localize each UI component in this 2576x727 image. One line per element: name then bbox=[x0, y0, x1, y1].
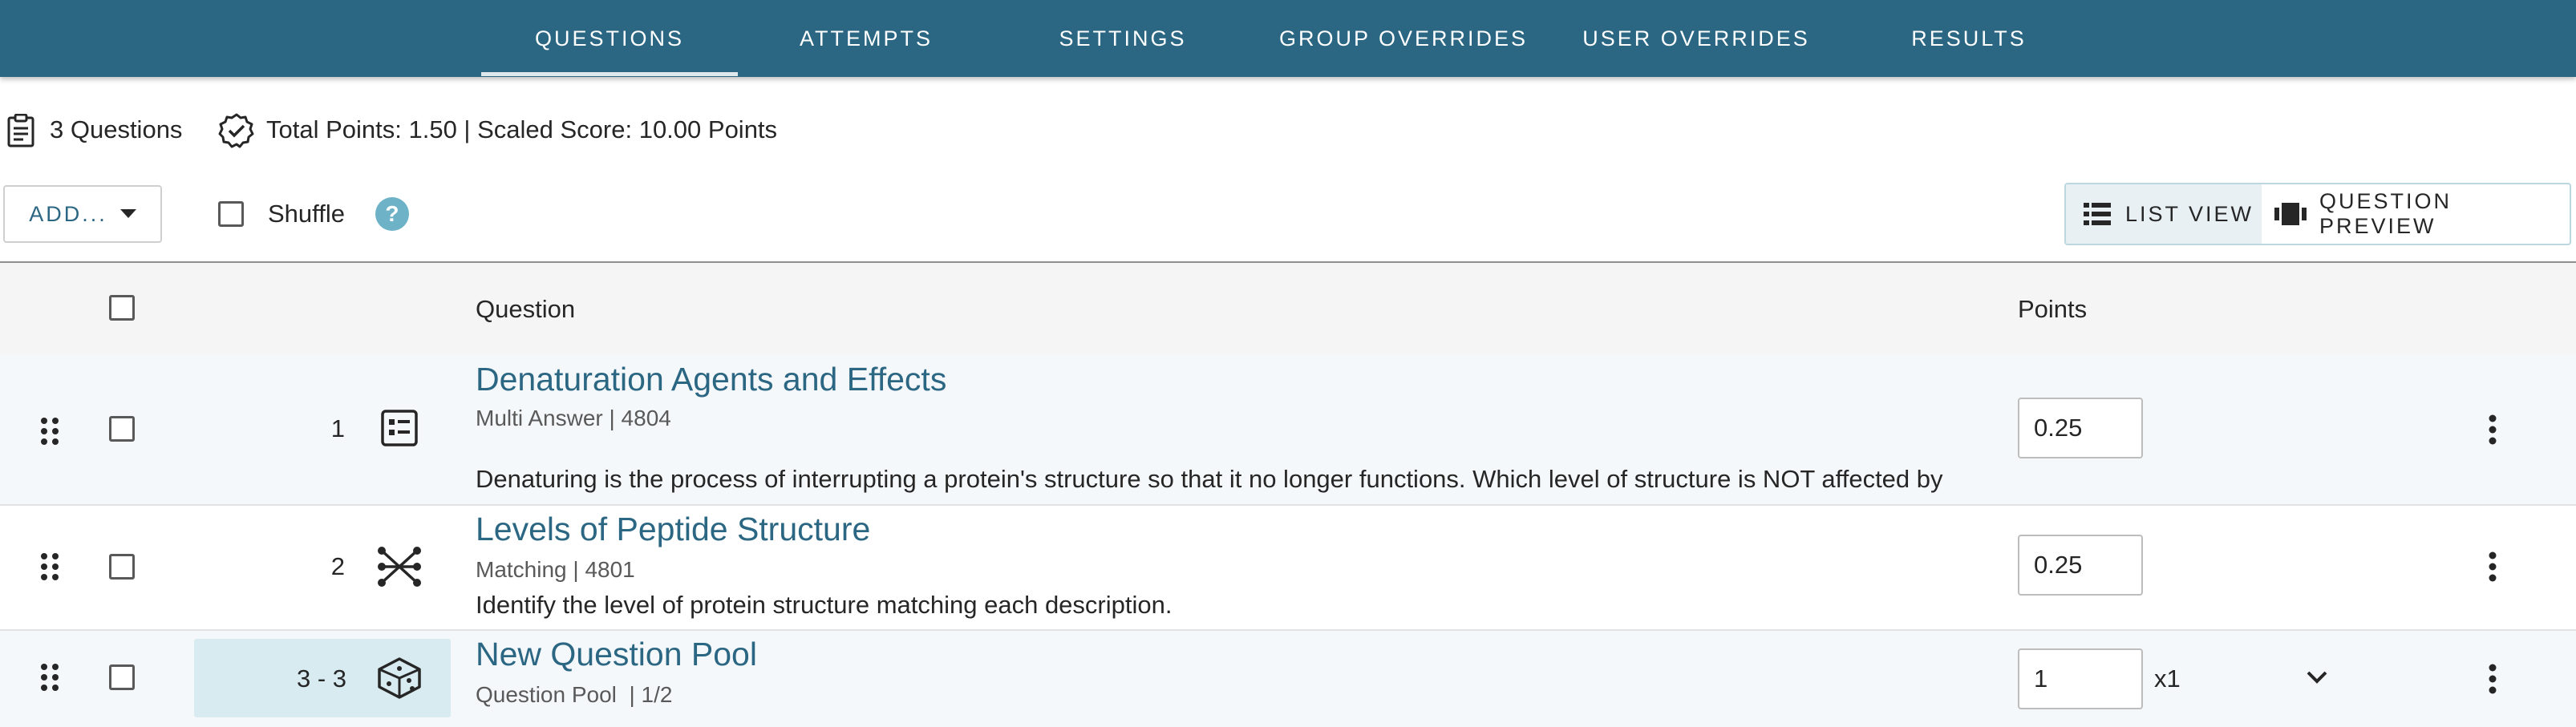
caret-down-icon bbox=[119, 209, 136, 219]
row-checkbox[interactable] bbox=[109, 554, 135, 580]
top-tab-bar: QUESTIONS ATTEMPTS SETTINGS GROUP OVERRI… bbox=[0, 0, 2576, 77]
row-checkbox[interactable] bbox=[109, 416, 135, 442]
tab-settings[interactable]: SETTINGS bbox=[1011, 0, 1235, 77]
badge-check-icon bbox=[218, 112, 255, 149]
question-number: 3 - 3 bbox=[296, 664, 346, 693]
question-title-link[interactable]: New Question Pool bbox=[476, 636, 757, 673]
question-title-link[interactable]: Levels of Peptide Structure bbox=[476, 511, 870, 548]
column-header-question: Question bbox=[476, 295, 576, 323]
tab-results[interactable]: RESULTS bbox=[1869, 0, 2069, 77]
dice-icon bbox=[377, 656, 422, 704]
more-options-icon[interactable] bbox=[2483, 414, 2502, 450]
question-text: Identify the level of protein structure … bbox=[476, 591, 1173, 619]
drag-handle-icon[interactable] bbox=[40, 663, 59, 696]
table-row: 1 Denaturation Agents and Effects Multi … bbox=[0, 354, 2576, 505]
row-checkbox[interactable] bbox=[109, 664, 135, 690]
matching-icon bbox=[377, 546, 422, 592]
select-all-checkbox[interactable] bbox=[109, 295, 135, 321]
list-icon bbox=[2084, 203, 2111, 225]
more-options-icon[interactable] bbox=[2483, 663, 2502, 699]
active-tab-indicator bbox=[481, 72, 738, 76]
drag-handle-icon[interactable] bbox=[40, 552, 59, 585]
list-view-button[interactable]: LIST VIEW bbox=[2066, 184, 2262, 244]
points-input[interactable]: 0.25 bbox=[2018, 398, 2143, 458]
view-toggle: LIST VIEW QUESTION PREVIEW bbox=[2064, 183, 2571, 245]
points-summary: Total Points: 1.50 | Scaled Score: 10.00… bbox=[266, 115, 778, 143]
question-preview-label: QUESTION PREVIEW bbox=[2319, 189, 2452, 238]
multi-answer-icon bbox=[380, 409, 419, 451]
tab-questions[interactable]: QUESTIONS bbox=[481, 0, 738, 77]
carousel-icon bbox=[2274, 203, 2307, 225]
table-header: Question Points bbox=[0, 263, 2576, 354]
question-text: Denaturing is the process of interruptin… bbox=[476, 465, 1943, 493]
tab-user-overrides[interactable]: USER OVERRIDES bbox=[1572, 0, 1821, 77]
help-icon[interactable]: ? bbox=[375, 197, 409, 231]
pool-multiplier: x1 bbox=[2154, 664, 2181, 693]
question-meta: Matching | 4801 bbox=[476, 557, 635, 582]
pool-number-cell: 3 - 3 bbox=[194, 639, 451, 717]
question-meta: Multi Answer | 4804 bbox=[476, 406, 671, 430]
shuffle-checkbox[interactable] bbox=[218, 201, 244, 227]
shuffle-label: Shuffle bbox=[268, 200, 345, 228]
question-number: 1 bbox=[330, 414, 345, 442]
question-title-link[interactable]: Denaturation Agents and Effects bbox=[476, 361, 946, 398]
clipboard-icon bbox=[6, 114, 35, 147]
table-row: 2 Levels of Peptide Structure Matching |… bbox=[0, 506, 2576, 629]
tab-attempts[interactable]: ATTEMPTS bbox=[754, 0, 978, 77]
column-header-points: Points bbox=[2018, 295, 2088, 323]
table-row: 3 - 3 New Question Pool Question Pool | … bbox=[0, 631, 2576, 727]
shuffle-control: Shuffle ? bbox=[218, 193, 409, 235]
question-count: 3 Questions bbox=[50, 115, 183, 143]
more-options-icon[interactable] bbox=[2483, 551, 2502, 587]
question-number: 2 bbox=[330, 552, 345, 580]
tab-group-overrides[interactable]: GROUP OVERRIDES bbox=[1267, 0, 1540, 77]
points-input[interactable]: 0.25 bbox=[2018, 535, 2143, 596]
add-button[interactable]: ADD... bbox=[3, 185, 162, 243]
question-meta: Question Pool | 1/2 bbox=[476, 682, 673, 707]
drag-handle-icon[interactable] bbox=[40, 417, 59, 450]
add-button-label: ADD... bbox=[29, 201, 107, 226]
chevron-down-icon[interactable] bbox=[2307, 671, 2327, 688]
list-view-label: LIST VIEW bbox=[2125, 201, 2254, 226]
question-preview-button[interactable]: QUESTION PREVIEW bbox=[2262, 184, 2570, 244]
points-input[interactable]: 1 bbox=[2018, 648, 2143, 709]
